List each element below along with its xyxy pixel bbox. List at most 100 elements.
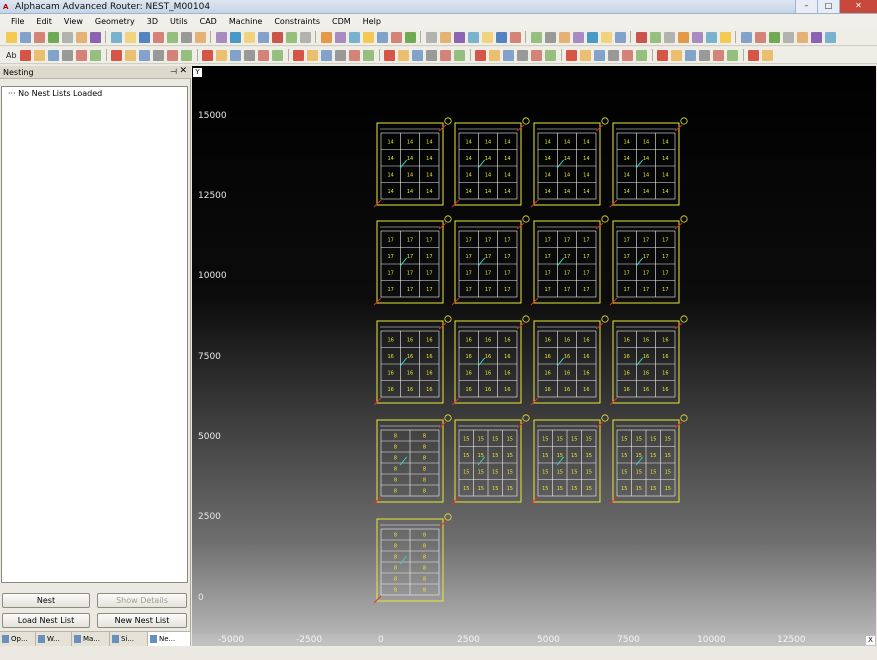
toolbar-tool-icon[interactable] bbox=[824, 31, 836, 43]
toolbar-tool-icon[interactable] bbox=[685, 49, 697, 61]
toolbar-tool-icon[interactable] bbox=[439, 31, 451, 43]
toolbar-tool-icon[interactable] bbox=[404, 31, 416, 43]
toolbar-tool-icon[interactable] bbox=[594, 49, 606, 61]
tab-workplanes[interactable]: W... bbox=[36, 632, 72, 646]
toolbar-tool-icon[interactable] bbox=[194, 31, 206, 43]
drawing-canvas[interactable]: Y 15000 12500 10000 7500 5000 2500 0 -50… bbox=[192, 66, 876, 646]
toolbar-tool-icon[interactable] bbox=[139, 49, 151, 61]
toolbar-tool-icon[interactable] bbox=[412, 49, 424, 61]
toolbar-tool-icon[interactable] bbox=[19, 31, 31, 43]
toolbar-tool-icon[interactable] bbox=[572, 31, 584, 43]
toolbar-tool-icon[interactable] bbox=[335, 49, 347, 61]
toolbar-tool-icon[interactable] bbox=[75, 31, 87, 43]
toolbar-tool-icon[interactable] bbox=[166, 31, 178, 43]
toolbar-tool-icon[interactable] bbox=[5, 31, 17, 43]
toolbar-tool-icon[interactable] bbox=[509, 31, 521, 43]
toolbar-tool-icon[interactable] bbox=[475, 49, 487, 61]
close-icon[interactable]: ✕ bbox=[179, 66, 187, 76]
toolbar-tool-icon[interactable] bbox=[614, 31, 626, 43]
toolbar-tool-icon[interactable] bbox=[362, 31, 374, 43]
toolbar-tool-icon[interactable] bbox=[229, 31, 241, 43]
toolbar-tool-icon[interactable] bbox=[390, 31, 402, 43]
toolbar-tool-icon[interactable] bbox=[558, 31, 570, 43]
toolbar-tool-icon[interactable] bbox=[33, 31, 45, 43]
toolbar-tool-icon[interactable] bbox=[89, 31, 101, 43]
toolbar-tool-icon[interactable] bbox=[495, 31, 507, 43]
toolbar-tool-icon[interactable] bbox=[257, 31, 269, 43]
toolbar-tool-icon[interactable] bbox=[454, 49, 466, 61]
toolbar-tool-icon[interactable] bbox=[181, 49, 193, 61]
toolbar-tool-icon[interactable] bbox=[349, 49, 361, 61]
toolbar-tool-icon[interactable] bbox=[215, 31, 227, 43]
toolbar-tool-icon[interactable] bbox=[713, 49, 725, 61]
toolbar-tool-icon[interactable] bbox=[748, 49, 760, 61]
maximize-icon[interactable]: □ bbox=[817, 0, 839, 13]
toolbar-tool-icon[interactable] bbox=[649, 31, 661, 43]
toolbar-tool-icon[interactable] bbox=[810, 31, 822, 43]
close-icon[interactable]: ✕ bbox=[839, 0, 877, 13]
toolbar-tool-icon[interactable] bbox=[699, 49, 711, 61]
minimize-icon[interactable]: – bbox=[795, 0, 817, 13]
toolbar-tool-icon[interactable] bbox=[124, 31, 136, 43]
toolbar-tool-icon[interactable] bbox=[453, 31, 465, 43]
toolbar-tool-icon[interactable] bbox=[566, 49, 578, 61]
toolbar-tool-icon[interactable] bbox=[167, 49, 179, 61]
tree-item[interactable]: ··· No Nest Lists Loaded bbox=[8, 89, 102, 99]
toolbar-tool-icon[interactable] bbox=[671, 49, 683, 61]
toolbar-tool-icon[interactable] bbox=[705, 31, 717, 43]
toolbar-tool-icon[interactable] bbox=[530, 31, 542, 43]
toolbar-tool-icon[interactable] bbox=[76, 49, 88, 61]
toolbar-tool-icon[interactable] bbox=[517, 49, 529, 61]
tab-simulation[interactable]: Si... bbox=[110, 632, 148, 646]
toolbar-tool-icon[interactable] bbox=[307, 49, 319, 61]
nest-button[interactable]: Nest bbox=[2, 593, 90, 608]
toolbar-tool-icon[interactable] bbox=[622, 49, 634, 61]
menu-file[interactable]: File bbox=[5, 14, 30, 29]
toolbar-tool-icon[interactable] bbox=[691, 31, 703, 43]
toolbar-tool-icon[interactable] bbox=[426, 49, 438, 61]
menu-cdm[interactable]: CDM bbox=[326, 14, 357, 29]
toolbar-tool-icon[interactable] bbox=[768, 31, 780, 43]
toolbar-tool-icon[interactable] bbox=[110, 31, 122, 43]
menu-utils[interactable]: Utils bbox=[164, 14, 194, 29]
toolbar-tool-icon[interactable] bbox=[202, 49, 214, 61]
toolbar-tool-icon[interactable] bbox=[272, 49, 284, 61]
menu-geometry[interactable]: Geometry bbox=[89, 14, 141, 29]
toolbar-tool-icon[interactable] bbox=[740, 31, 752, 43]
toolbar-tool-icon[interactable] bbox=[62, 49, 74, 61]
toolbar-tool-icon[interactable] bbox=[657, 49, 669, 61]
toolbar-tool-icon[interactable] bbox=[293, 49, 305, 61]
toolbar-tool-icon[interactable] bbox=[320, 31, 332, 43]
menu-help[interactable]: Help bbox=[357, 14, 387, 29]
toolbar-tool-icon[interactable] bbox=[125, 49, 137, 61]
toolbar-tool-icon[interactable] bbox=[47, 31, 59, 43]
text-tool-button[interactable]: Ab bbox=[6, 51, 17, 60]
toolbar-tool-icon[interactable] bbox=[580, 49, 592, 61]
toolbar-tool-icon[interactable] bbox=[467, 31, 479, 43]
toolbar-tool-icon[interactable] bbox=[180, 31, 192, 43]
menu-machine[interactable]: Machine bbox=[223, 14, 269, 29]
toolbar-tool-icon[interactable] bbox=[230, 49, 242, 61]
menu-edit[interactable]: Edit bbox=[30, 14, 58, 29]
toolbar-tool-icon[interactable] bbox=[635, 31, 647, 43]
toolbar-tool-icon[interactable] bbox=[481, 31, 493, 43]
toolbar-tool-icon[interactable] bbox=[244, 49, 256, 61]
toolbar-tool-icon[interactable] bbox=[285, 31, 297, 43]
toolbar-tool-icon[interactable] bbox=[48, 49, 60, 61]
toolbar-tool-icon[interactable] bbox=[782, 31, 794, 43]
toolbar-tool-icon[interactable] bbox=[363, 49, 375, 61]
toolbar-tool-icon[interactable] bbox=[503, 49, 515, 61]
tab-materials[interactable]: Ma... bbox=[72, 632, 110, 646]
tab-operations[interactable]: Op... bbox=[0, 632, 36, 646]
toolbar-tool-icon[interactable] bbox=[636, 49, 648, 61]
toolbar-tool-icon[interactable] bbox=[243, 31, 255, 43]
new-nest-list-button[interactable]: New Nest List bbox=[97, 613, 187, 628]
toolbar-tool-icon[interactable] bbox=[258, 49, 270, 61]
show-details-button[interactable]: Show Details bbox=[97, 593, 187, 608]
toolbar-tool-icon[interactable] bbox=[489, 49, 501, 61]
toolbar-tool-icon[interactable] bbox=[271, 31, 283, 43]
pin-icon[interactable]: ⊣ bbox=[170, 67, 177, 76]
toolbar-tool-icon[interactable] bbox=[216, 49, 228, 61]
toolbar-tool-icon[interactable] bbox=[586, 31, 598, 43]
toolbar-tool-icon[interactable] bbox=[727, 49, 739, 61]
